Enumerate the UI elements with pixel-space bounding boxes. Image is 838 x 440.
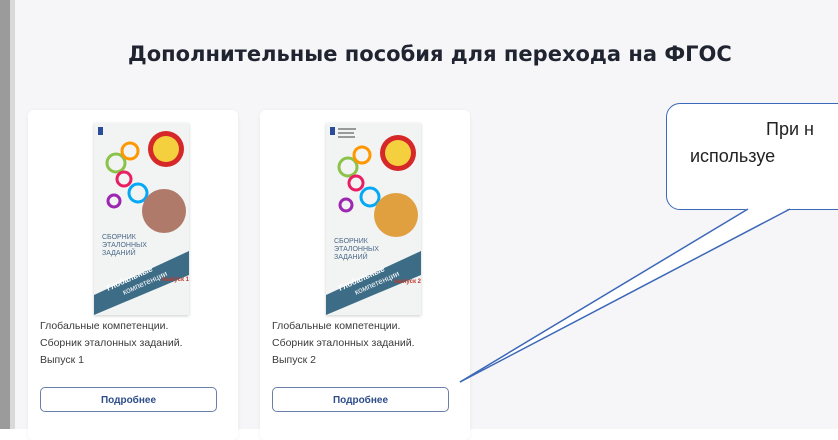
window-edge: [0, 0, 10, 429]
details-button[interactable]: Подробнее: [272, 387, 449, 412]
callout-text: При н используе: [690, 116, 838, 170]
details-button[interactable]: Подробнее: [40, 387, 217, 412]
book-card: СБОРНИК ЭТАЛОННЫХ ЗАДАНИЙ Глобальные ком…: [260, 110, 470, 440]
callout-line: При н: [766, 119, 814, 139]
window-edge-inner: [10, 0, 15, 429]
svg-text:СБОРНИК: СБОРНИК: [334, 238, 369, 245]
callout-line: используе: [690, 146, 776, 166]
svg-text:выпуск 2: выпуск 2: [394, 279, 421, 285]
book-title-line: Сборник эталонных заданий.: [272, 337, 415, 349]
svg-text:ЭТАЛОННЫХ: ЭТАЛОННЫХ: [102, 242, 147, 249]
book-cover-image[interactable]: СБОРНИК ЭТАЛОННЫХ ЗАДАНИЙ Глобальные ком…: [94, 123, 189, 315]
book-cover-image[interactable]: СБОРНИК ЭТАЛОННЫХ ЗАДАНИЙ Глобальные ком…: [326, 123, 421, 315]
svg-text:ЭТАЛОННЫХ: ЭТАЛОННЫХ: [334, 246, 379, 253]
section-heading: Дополнительные пособия для перехода на Ф…: [128, 42, 732, 66]
book-title-line: Сборник эталонных заданий.: [40, 337, 183, 349]
book-title-line: Глобальные компетенции.: [40, 320, 169, 332]
book-title-line: Выпуск 2: [272, 354, 316, 366]
book-card: СБОРНИК ЭТАЛОННЫХ ЗАДАНИЙ Глобальные ком…: [28, 110, 238, 440]
book-title-line: Глобальные компетенции.: [272, 320, 401, 332]
book-title: Глобальные компетенции. Сборник эталонны…: [272, 318, 472, 369]
svg-text:СБОРНИК: СБОРНИК: [102, 234, 137, 241]
book-title-line: Выпуск 1: [40, 354, 84, 366]
book-title: Глобальные компетенции. Сборник эталонны…: [40, 318, 240, 369]
svg-text:выпуск 1: выпуск 1: [162, 277, 189, 283]
svg-text:ЗАДАНИЙ: ЗАДАНИЙ: [334, 252, 368, 261]
svg-text:ЗАДАНИЙ: ЗАДАНИЙ: [102, 248, 136, 257]
